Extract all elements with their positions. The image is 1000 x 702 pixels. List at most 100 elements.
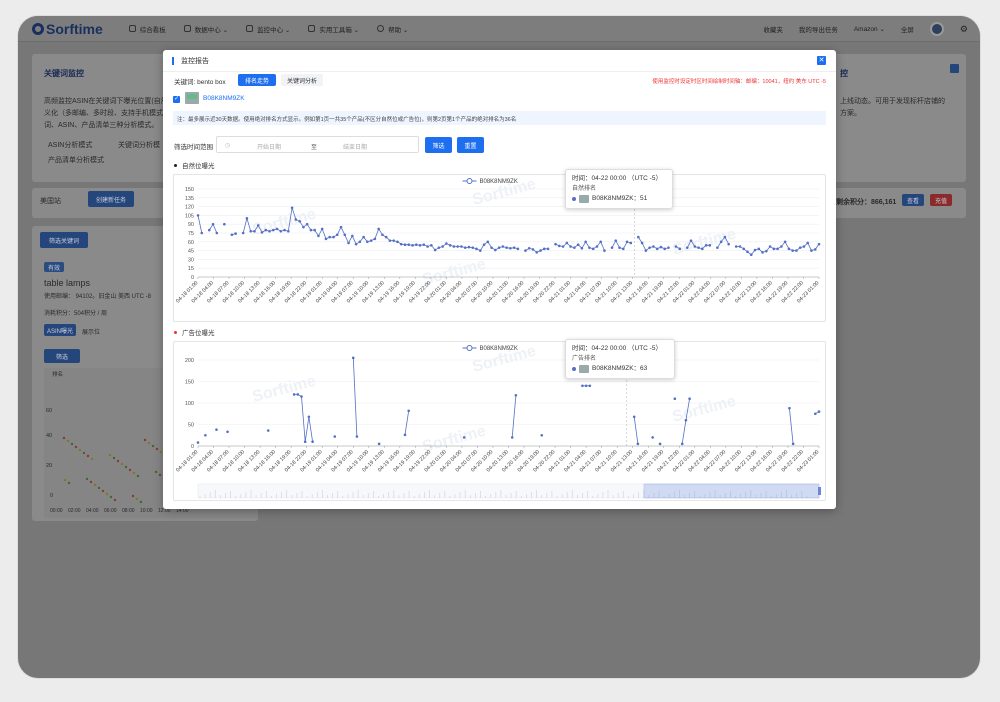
nav-data-center[interactable]: 数据中心 ⌄	[183, 24, 228, 34]
data-point	[599, 240, 603, 244]
close-icon[interactable]: ✕	[817, 56, 826, 65]
favorites-link[interactable]: 收藏夹	[763, 24, 783, 34]
zoom-window	[643, 483, 820, 499]
data-point	[309, 228, 313, 232]
right-panel-desc: 上线动态。可用于发现标杆店铺的	[840, 98, 945, 105]
data-point	[576, 243, 580, 247]
data-point	[196, 214, 200, 217]
y-tick-label: 60	[188, 240, 194, 246]
mode-product-list[interactable]: 产品清单分析模式	[48, 155, 104, 165]
filter-button[interactable]: 筛选	[44, 349, 80, 363]
tooltip-value: B08K8NM9ZK：51	[592, 195, 648, 202]
data-point	[772, 247, 776, 251]
data-point	[296, 393, 300, 396]
data-point	[317, 234, 320, 238]
ad-chart: Sorftime Sorftime Sorftime Sorftime 0 50 100 15…	[173, 341, 826, 501]
data-point	[584, 240, 587, 244]
data-point	[510, 436, 514, 439]
data-point	[580, 246, 584, 250]
filter-button[interactable]: 筛选	[425, 137, 452, 153]
data-point	[652, 245, 655, 248]
data-point	[437, 246, 441, 249]
data-point	[573, 246, 576, 249]
data-point	[558, 244, 561, 248]
data-point	[332, 235, 335, 239]
data-point	[347, 241, 350, 245]
data-point	[531, 248, 535, 251]
tab-rank-trend[interactable]: 排名走势	[238, 74, 276, 86]
data-point	[625, 240, 629, 244]
tab-asin-exposure[interactable]: ASIN曝光	[44, 324, 76, 336]
data-point	[369, 239, 373, 242]
data-point	[200, 231, 204, 235]
settings-icon[interactable]: ⚙	[960, 24, 968, 35]
title-accent-bar	[172, 57, 174, 65]
filter-keyword-button[interactable]: 筛选关键词	[40, 232, 88, 248]
data-point	[430, 244, 433, 247]
tab-keyword-analysis[interactable]: 关键词分析	[281, 74, 323, 86]
market-select[interactable]: Amazon ⌄	[854, 25, 885, 33]
data-point	[658, 442, 662, 446]
data-point	[230, 233, 234, 237]
nav-help[interactable]: 帮助 ⌄	[377, 24, 408, 34]
date-range-picker[interactable]: ◷ 开始日期 至 结束日期	[216, 136, 419, 153]
avatar[interactable]	[929, 22, 944, 36]
dialog-header: 监控报告 ✕	[163, 50, 836, 72]
recharge-button[interactable]: 充值	[930, 194, 952, 206]
data-point	[542, 247, 546, 251]
view-button[interactable]: 查看	[902, 194, 924, 206]
data-point	[693, 245, 697, 248]
brand-logo[interactable]: Sorftime	[32, 21, 103, 37]
bg-scatter-dot	[159, 450, 163, 454]
nav-toolbox[interactable]: 实用工具箱 ⌄	[308, 24, 359, 34]
credits-label: 剩余积分：866,161	[836, 199, 897, 206]
right-panel-desc: 方案。	[840, 110, 861, 117]
data-point	[569, 245, 572, 248]
collapse-icon[interactable]	[950, 64, 959, 73]
chart-tooltip-ad: 时间：04-22 00:00 （UTC -5） 广告排名 B08K8NM9ZK：…	[565, 339, 675, 379]
create-task-button[interactable]: 创建新任务	[88, 191, 134, 207]
data-point	[302, 225, 305, 229]
product-thumb-icon	[579, 365, 589, 373]
mode-asin[interactable]: ASIN分析模式	[48, 140, 92, 150]
asin-link[interactable]: B08K8NM9ZK	[203, 95, 245, 102]
start-date-input[interactable]: 开始日期	[257, 142, 281, 151]
product-thumb-icon	[579, 195, 589, 203]
data-point	[343, 233, 347, 237]
data-point	[482, 243, 486, 247]
tab-display[interactable]: 展示位	[82, 327, 100, 336]
y-tick-label: 50	[188, 423, 194, 429]
section-label: 自然位曝光	[182, 163, 215, 170]
data-point	[211, 222, 215, 226]
data-point	[320, 227, 324, 231]
asin-checkbox[interactable]: ✓	[173, 96, 180, 103]
reset-button[interactable]: 重置	[457, 137, 484, 153]
series-line	[208, 223, 218, 234]
data-point	[462, 436, 466, 439]
bg-scatter-dot	[154, 470, 158, 474]
bg-scatter-dot	[136, 474, 140, 478]
watermark-text: Sorftime	[671, 393, 738, 426]
fullscreen-button[interactable]: 全屏	[901, 24, 914, 34]
data-point	[798, 246, 802, 249]
task-name[interactable]: table lamps	[44, 278, 90, 288]
top-navbar: Sorftime 综合看板 数据中心 ⌄ 监控中心 ⌄ 实用工具箱 ⌄ 帮助 ⌄…	[18, 16, 980, 42]
nav-dashboard[interactable]: 综合看板	[128, 24, 166, 34]
data-point	[618, 246, 621, 249]
legend-label: B08K8NM9ZK	[480, 346, 518, 352]
nav-monitor-center[interactable]: 监控中心 ⌄	[246, 24, 290, 34]
mode-keyword[interactable]: 关键词分析模	[118, 140, 160, 150]
y-tick-label: 100	[185, 401, 194, 407]
bg-scatter-dot	[132, 471, 136, 475]
data-point	[588, 384, 592, 388]
data-point	[494, 248, 497, 252]
end-date-input[interactable]: 结束日期	[343, 142, 367, 151]
export-tasks-link[interactable]: 我的导出任务	[799, 24, 838, 34]
data-point	[303, 440, 307, 443]
data-point	[226, 430, 229, 434]
y-tick-label: 15	[188, 266, 194, 272]
bg-scatter-dot	[78, 448, 82, 452]
data-point	[719, 240, 723, 244]
data-point	[565, 241, 569, 245]
home-icon	[128, 25, 136, 32]
